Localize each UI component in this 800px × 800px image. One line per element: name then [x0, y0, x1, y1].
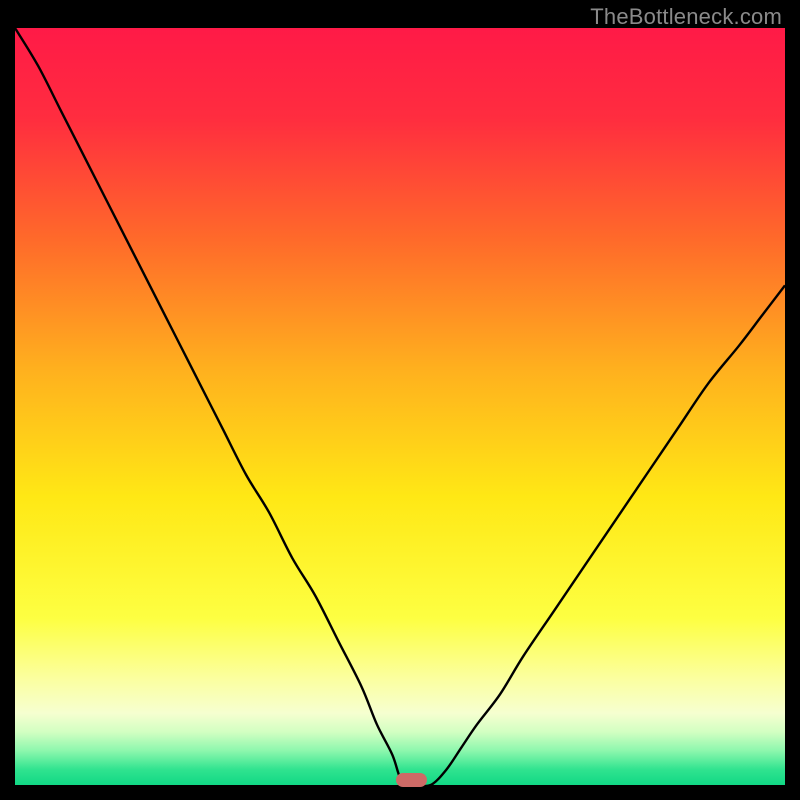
plot-area: [15, 28, 785, 785]
chart-frame: TheBottleneck.com: [0, 0, 800, 800]
optimal-marker: [396, 773, 427, 787]
watermark-text: TheBottleneck.com: [590, 4, 782, 30]
bottleneck-chart: [15, 28, 785, 785]
gradient-background: [15, 28, 785, 785]
